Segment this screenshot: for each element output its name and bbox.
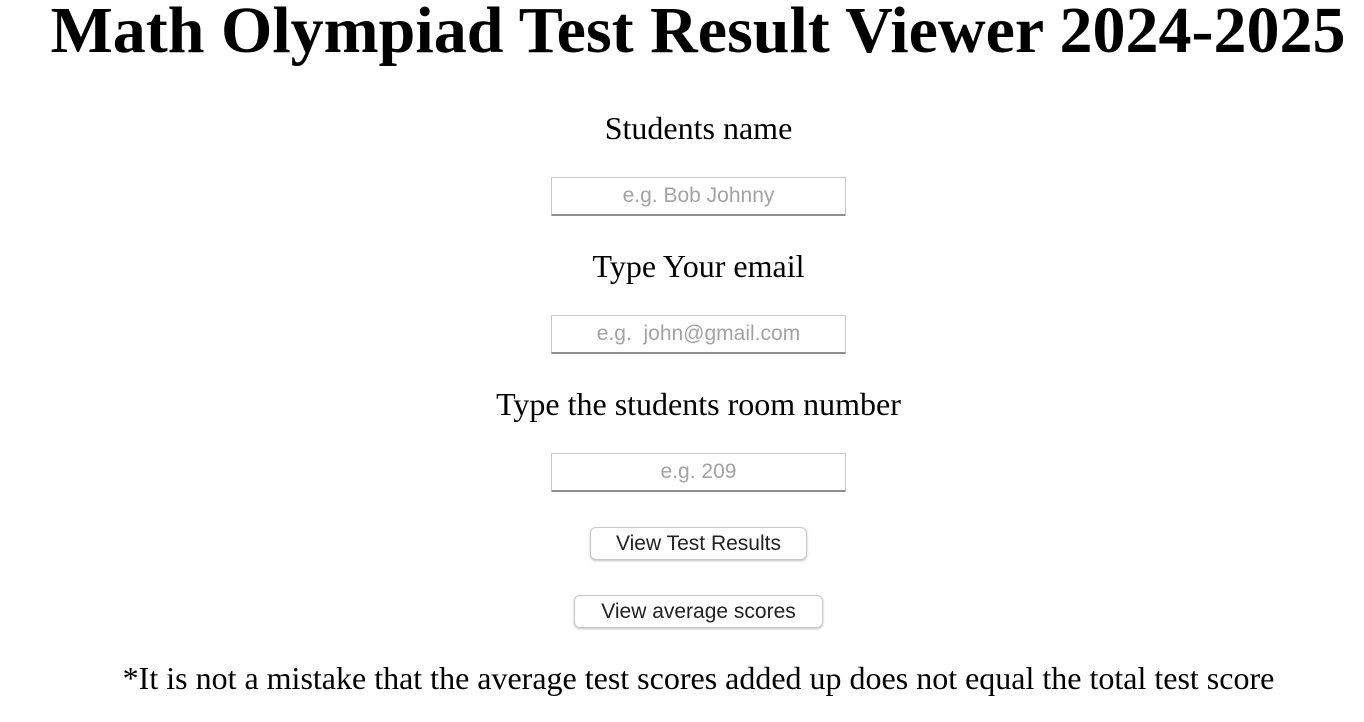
view-average-scores-button[interactable]: View average scores (574, 595, 823, 628)
student-name-input[interactable] (551, 177, 846, 216)
room-number-label: Type the students room number (496, 386, 901, 422)
room-number-input[interactable] (551, 453, 846, 492)
view-test-results-button[interactable]: View Test Results (590, 527, 807, 560)
student-name-label: Students name (604, 110, 793, 146)
page-title: Math Olympiad Test Result Viewer 2024-20… (50, 0, 1346, 67)
email-label: Type Your email (592, 248, 805, 284)
footnote: *It is not a mistake that the average te… (122, 660, 1275, 696)
email-input[interactable] (551, 315, 846, 354)
